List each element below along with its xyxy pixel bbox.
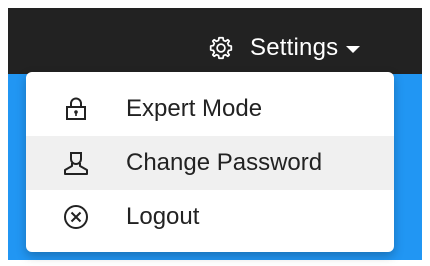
gear-icon [209,36,233,60]
menu-item-expert-mode[interactable]: Expert Mode [26,82,394,136]
settings-dropdown-menu: Expert Mode Change Password Logout [26,72,394,252]
lock-icon [56,89,96,129]
menu-item-label: Logout [126,203,200,230]
menu-item-logout[interactable]: Logout [26,190,394,244]
caret-down-icon [346,45,361,53]
menu-item-label: Change Password [126,149,323,176]
menu-item-change-password[interactable]: Change Password [26,136,394,190]
user-icon [56,143,96,183]
settings-label: Settings [250,34,339,61]
menu-item-label: Expert Mode [126,95,263,122]
close-circle-icon [56,197,96,237]
settings-dropdown-toggle[interactable]: Settings [208,28,361,68]
